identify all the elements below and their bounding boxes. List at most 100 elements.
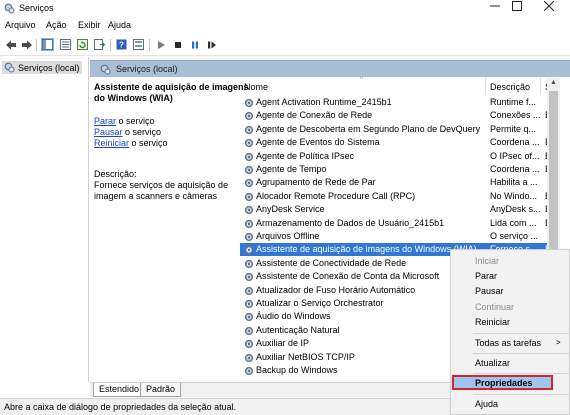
action-suffix: o serviço	[122, 127, 162, 137]
properties-icon	[60, 39, 71, 50]
play-icon	[157, 40, 165, 49]
refresh-button[interactable]	[76, 38, 89, 51]
toolbar: ?	[0, 34, 570, 56]
service-gear-icon	[244, 125, 254, 134]
restart-service-button[interactable]	[205, 38, 218, 51]
service-gear-icon	[244, 139, 254, 148]
service-description: Permite q...	[490, 123, 537, 134]
table-row[interactable]: Agente de TempoCoordena ...E	[240, 163, 560, 176]
column-header-label: Descrição	[490, 82, 531, 92]
console-tree: Serviços (local)	[0, 57, 89, 382]
menu-separator	[473, 394, 569, 395]
service-gear-icon	[244, 286, 254, 295]
export-button[interactable]	[93, 38, 106, 51]
description-text: Fornece serviços de aquisição de imagem …	[94, 180, 229, 201]
menu-item-refresh[interactable]: Atualizar	[451, 356, 570, 371]
console-tree-button[interactable]	[41, 38, 54, 51]
stop-service-link[interactable]: Parar	[94, 116, 116, 126]
service-description: AnyDesk s...	[490, 204, 541, 215]
service-name: Agente de Descoberta em Segundo Plano de…	[256, 123, 481, 134]
services-icon	[100, 64, 111, 75]
service-name: Agente de Eventos do Sistema	[256, 137, 380, 148]
service-name: Assistente de aquisição de imagens do Wi…	[256, 244, 477, 255]
svg-text:?: ?	[119, 41, 124, 50]
title-bar: Serviços	[0, 0, 570, 18]
pause-service-link[interactable]: Pausar	[94, 127, 123, 137]
service-name: Assistente de Conectividade de Rede	[256, 257, 407, 268]
scrollbar-thumb[interactable]	[549, 91, 558, 261]
close-button[interactable]	[536, 0, 562, 18]
menu-ajuda[interactable]: Ajuda	[108, 20, 131, 30]
back-button[interactable]	[4, 38, 17, 51]
maximize-button[interactable]	[504, 0, 530, 18]
toolbar-separator	[36, 39, 37, 51]
status-text: Abre a caixa de diálogo de propriedades …	[4, 402, 237, 412]
menu-item-label: Parar	[475, 271, 498, 281]
forward-button[interactable]	[20, 38, 33, 51]
menu-exibir[interactable]: Exibir	[78, 20, 101, 30]
content-header-title: Serviços (local)	[116, 64, 178, 74]
table-row[interactable]: Agente de Política IPsecO IPsec of...E	[240, 150, 560, 163]
menu-item-properties[interactable]: Propriedades	[452, 375, 553, 390]
services-app-icon	[4, 3, 15, 14]
service-gear-icon	[244, 165, 254, 175]
tab-standard[interactable]: Padrão	[140, 383, 182, 397]
table-row[interactable]: Alocador Remote Procedure Call (RPC) No W…	[240, 190, 560, 203]
toolbar-separator	[149, 39, 150, 51]
service-name: Auxiliar NetBIOS TCP/IP	[256, 351, 355, 362]
column-header-name[interactable]: Nome ^	[240, 77, 486, 95]
tree-item-label: Serviços (local)	[18, 62, 80, 73]
sort-ascending-icon: ^	[360, 77, 364, 83]
menu-item-restart[interactable]: Reiniciar	[451, 315, 570, 330]
menu-arquivo[interactable]: Arquivo	[5, 20, 36, 30]
service-name: Agrupamento de Rede de Par	[256, 177, 376, 188]
minimize-icon	[490, 5, 500, 7]
menu-item-pause[interactable]: Pausar	[451, 284, 570, 299]
menu-item-help[interactable]: Ajuda	[451, 397, 570, 412]
table-row[interactable]: Agente de Descoberta em Segundo Plano de…	[240, 123, 560, 136]
table-row[interactable]: Arquivos Offline O serviço ...	[240, 230, 560, 243]
menu-item-label: Continuar	[475, 302, 515, 312]
tree-item-services-local[interactable]: Serviços (local)	[2, 61, 82, 74]
table-row[interactable]: Agente de Eventos do Sistema Coordena ...…	[240, 136, 560, 149]
tab-extended[interactable]: Estendido	[93, 383, 146, 397]
back-icon	[5, 40, 16, 49]
services-icon	[4, 62, 15, 73]
service-name: Auxiliar de IP	[256, 338, 310, 349]
table-row[interactable]: AnyDesk ServiceAnyDesk s...E	[240, 203, 560, 216]
scroll-up-arrow-icon[interactable]: ▲	[547, 77, 560, 89]
table-row[interactable]: Armazenamento de Dados de Usuário_2415b1…	[240, 217, 560, 230]
service-name: Agente de Política IPsec	[256, 150, 355, 161]
restart-service-link[interactable]: Reiniciar	[94, 138, 129, 148]
help-button[interactable]: ?	[115, 38, 128, 51]
view-button[interactable]	[132, 38, 145, 51]
service-gear-icon	[244, 353, 254, 362]
service-gear-icon	[244, 98, 254, 108]
export-icon	[94, 39, 105, 50]
menu-item-all-tasks[interactable]: Todas as tarefas >	[451, 336, 570, 351]
menu-item-label: Iniciar	[475, 256, 500, 266]
toolbar-separator	[110, 39, 111, 51]
pause-service-button[interactable]	[188, 38, 201, 51]
menu-item-label: Pausar	[475, 286, 504, 296]
service-gear-icon	[244, 112, 254, 121]
stop-service-button[interactable]	[171, 38, 184, 51]
start-service-button[interactable]	[154, 38, 167, 51]
menu-item-continue[interactable]: Continuar	[451, 300, 570, 315]
menu-item-label: Todas as tarefas	[475, 338, 542, 348]
menu-item-start[interactable]: Iniciar	[451, 254, 570, 269]
table-row[interactable]: Agente de Conexão de RedeConexões ...E	[240, 109, 560, 122]
menu-acao[interactable]: Ação	[46, 20, 67, 30]
menu-item-stop[interactable]: Parar	[451, 269, 570, 284]
service-gear-icon	[244, 192, 254, 201]
service-gear-icon	[244, 179, 254, 188]
table-row[interactable]: Agrupamento de Rede de Par Habilita a ...	[240, 176, 560, 189]
service-name: Autenticação Natural	[256, 324, 340, 335]
table-row[interactable]: Agent Activation Runtime_2415b1 Runtime f…	[240, 96, 560, 109]
properties-button[interactable]	[59, 38, 72, 51]
service-gear-icon	[244, 340, 254, 349]
column-header-description[interactable]: Descrição	[486, 77, 541, 95]
service-gear-icon	[244, 219, 254, 228]
service-gear-icon	[244, 366, 254, 376]
menu-separator	[473, 373, 569, 374]
